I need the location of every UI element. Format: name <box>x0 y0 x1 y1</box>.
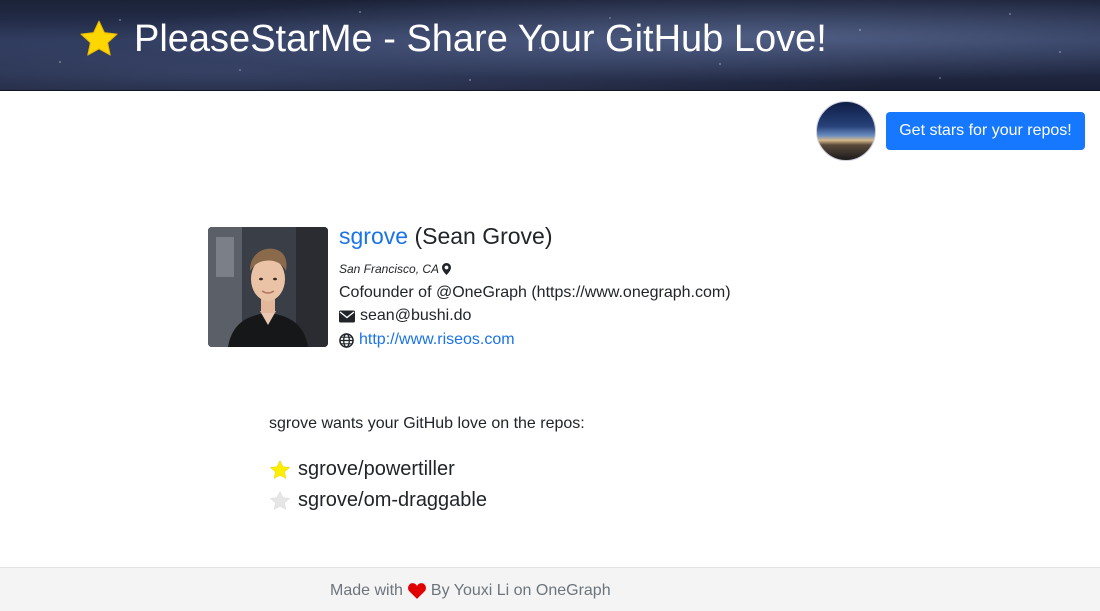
repo-item[interactable]: sgrove/om-draggable <box>269 485 487 516</box>
user-full-name: (Sean Grove) <box>414 223 553 249</box>
footer-author: By Youxi Li on OneGraph <box>430 582 611 599</box>
profile-photo-image <box>208 227 328 347</box>
get-stars-button[interactable]: Get stars for your repos! <box>886 112 1085 150</box>
user-login-link[interactable]: sgrove <box>339 223 408 249</box>
star-filled-icon[interactable] <box>269 459 291 481</box>
star-icon <box>80 20 118 56</box>
page-footer: Made with By Youxi Li on OneGraph <box>0 567 1100 611</box>
user-email-row: sean@bushi.do <box>339 306 471 326</box>
user-email: sean@bushi.do <box>360 307 472 324</box>
user-website-row: http://www.riseos.com <box>339 330 515 350</box>
envelope-icon <box>339 310 355 322</box>
footer-credit: Made with By Youxi Li on OneGraph <box>330 581 611 601</box>
header-title-group: PleaseStarMe - Share Your GitHub Love! <box>78 16 827 62</box>
repo-item[interactable]: sgrove/powertiller <box>269 454 487 485</box>
star-outline-icon[interactable] <box>269 490 291 512</box>
user-bio: Cofounder of @OneGraph (https://www.oneg… <box>339 284 731 301</box>
profile-photo <box>208 227 328 347</box>
heart-icon <box>407 583 426 599</box>
repo-name[interactable]: sgrove/powertiller <box>298 458 455 481</box>
user-avatar[interactable] <box>816 101 876 161</box>
globe-icon <box>339 332 354 348</box>
page-header: PleaseStarMe - Share Your GitHub Love! <box>0 0 1100 91</box>
location-text: San Francisco, CA <box>339 262 440 276</box>
user-location: San Francisco, CA <box>339 262 452 276</box>
user-website-link[interactable]: http://www.riseos.com <box>359 330 515 350</box>
map-pin-icon <box>442 263 452 275</box>
page-title: PleaseStarMe - Share Your GitHub Love! <box>134 18 827 60</box>
repo-name[interactable]: sgrove/om-draggable <box>298 489 487 512</box>
repos-intro-text: sgrove wants your GitHub love on the rep… <box>269 415 585 432</box>
repo-list: sgrove/powertiller sgrove/om-draggable <box>269 454 487 516</box>
user-name-line: sgrove (Sean Grove) <box>339 222 553 250</box>
footer-made-with: Made with <box>330 582 403 599</box>
